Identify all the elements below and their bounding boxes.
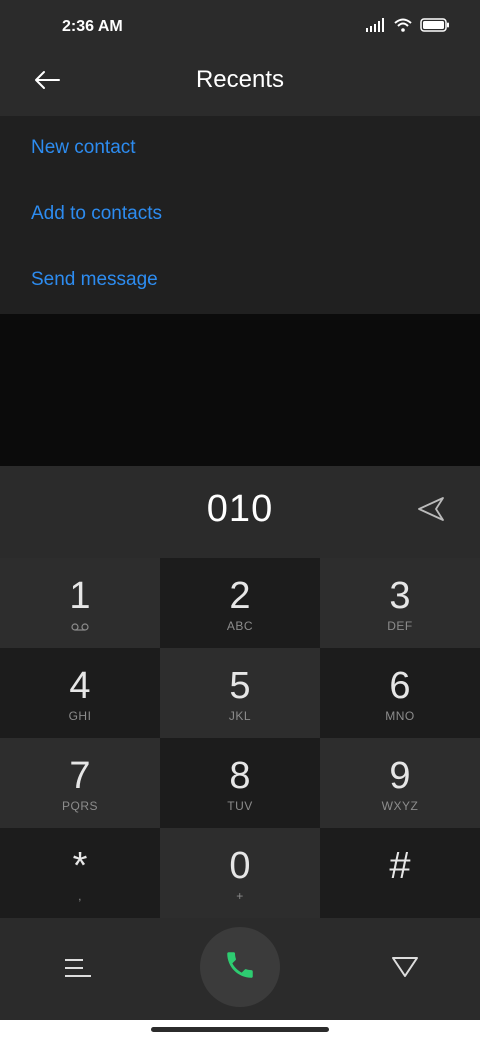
key-letters: PQRS <box>61 799 98 813</box>
key-letters: DEF <box>387 619 413 633</box>
send-message-option[interactable]: Send message <box>31 269 158 291</box>
send-icon[interactable] <box>414 494 448 524</box>
status-icons <box>366 17 450 37</box>
key-digit: * <box>72 845 88 887</box>
dialed-number[interactable]: 010 <box>0 488 480 531</box>
key-digit: 4 <box>69 665 91 707</box>
status-time: 2:36 AM <box>62 18 123 35</box>
signal-icon <box>366 17 386 37</box>
key-5[interactable]: 5 JKL <box>160 648 320 738</box>
key-letters: ABC <box>226 619 254 633</box>
key-digit: 6 <box>389 665 411 707</box>
add-to-contacts-option[interactable]: Add to contacts <box>31 203 162 225</box>
key-digit: 3 <box>389 575 411 617</box>
key-9[interactable]: 9 WXYZ <box>320 738 480 828</box>
key-digit: 5 <box>229 665 251 707</box>
page-title: Recents <box>195 66 285 93</box>
battery-icon <box>420 17 450 37</box>
key-3[interactable]: 3 DEF <box>320 558 480 648</box>
key-letters: + <box>236 889 244 903</box>
phone-icon <box>223 948 257 987</box>
key-8[interactable]: 8 TUV <box>160 738 320 828</box>
key-digit: 9 <box>389 755 411 797</box>
key-hash[interactable]: # <box>320 828 480 918</box>
key-0[interactable]: 0 + <box>160 828 320 918</box>
key-digit: 2 <box>229 575 251 617</box>
key-digit: # <box>389 845 411 887</box>
number-bar: 010 <box>0 468 480 550</box>
key-star[interactable]: * , <box>0 828 160 918</box>
key-letters: GHI <box>68 709 92 723</box>
key-digit: 0 <box>229 845 251 887</box>
key-1[interactable]: 1 <box>0 558 160 648</box>
key-2[interactable]: 2 ABC <box>160 558 320 648</box>
system-nav-bar <box>0 1020 480 1040</box>
home-indicator[interactable] <box>151 1027 329 1032</box>
wifi-icon <box>394 18 412 37</box>
keypad: 1 2 ABC 3 DEF 4 GHI 5 JKL 6 MNO 7 PQRS 8… <box>0 558 480 920</box>
menu-icon[interactable] <box>60 954 96 982</box>
voicemail-icon <box>71 621 89 633</box>
key-letters: WXYZ <box>381 799 419 813</box>
app-bar: Recents <box>0 56 480 116</box>
status-bar: 2:36 AM <box>0 0 480 56</box>
actions-menu: New contact Add to contacts Send message <box>0 116 480 314</box>
call-button[interactable] <box>200 927 280 1007</box>
key-4[interactable]: 4 GHI <box>0 648 160 738</box>
new-contact-option[interactable]: New contact <box>31 137 136 159</box>
key-digit: 1 <box>69 575 91 617</box>
collapse-keypad-icon[interactable] <box>388 952 422 982</box>
results-area <box>0 314 480 466</box>
key-letters: MNO <box>385 709 415 723</box>
key-letters: , <box>78 889 82 903</box>
key-digit: 7 <box>69 755 91 797</box>
key-letters: JKL <box>228 709 252 723</box>
key-6[interactable]: 6 MNO <box>320 648 480 738</box>
key-digit: 8 <box>229 755 251 797</box>
key-7[interactable]: 7 PQRS <box>0 738 160 828</box>
bottom-bar <box>0 920 480 1020</box>
key-letters: TUV <box>227 799 253 813</box>
